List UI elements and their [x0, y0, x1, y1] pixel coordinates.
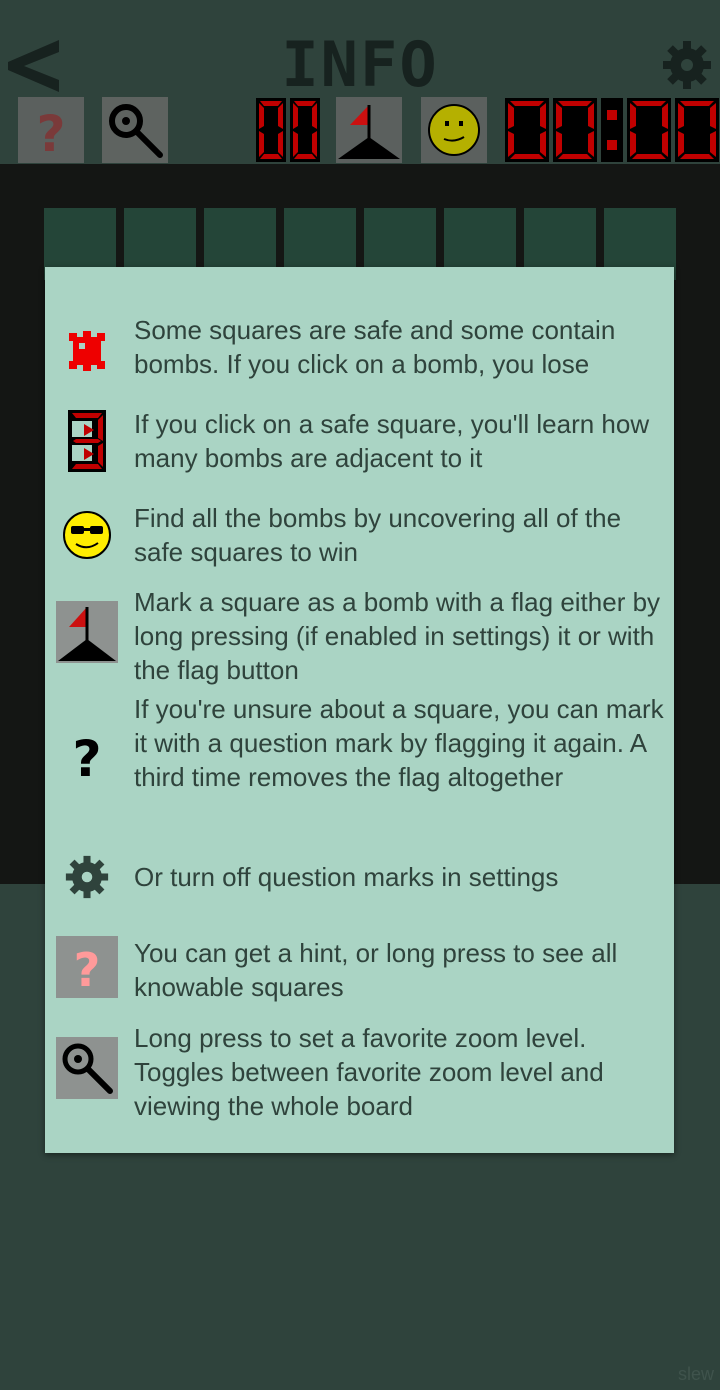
flag-button[interactable]: [336, 97, 402, 163]
number-three-icon: [55, 409, 119, 473]
info-text: You can get a hint, or long press to see…: [134, 938, 618, 1002]
info-text: Some squares are safe and some contain b…: [134, 315, 616, 379]
mine-counter: [256, 98, 320, 164]
info-text: Or turn off question marks in settings: [134, 862, 559, 892]
info-text: Long press to set a favorite zoom level.…: [134, 1023, 604, 1121]
seven-segment-digit: [675, 98, 719, 162]
gear-icon: [663, 41, 711, 89]
hint-icon: ?: [56, 936, 118, 998]
smiley-face-icon: [428, 104, 480, 156]
timer-colon: [601, 98, 623, 162]
timer: [505, 98, 719, 164]
info-text: If you click on a safe square, you'll le…: [134, 409, 650, 473]
sunglasses-face-icon: [55, 503, 119, 567]
seven-segment-digit: [553, 98, 597, 162]
info-text: Find all the bombs by uncovering all of …: [134, 503, 622, 567]
bomb-icon: [55, 319, 119, 383]
info-text: If you're unsure about a square, you can…: [134, 694, 664, 792]
flag-icon: [338, 105, 400, 159]
zoom-button[interactable]: [102, 97, 168, 163]
seven-segment-digit: [256, 98, 286, 162]
svg-text:?: ?: [74, 943, 101, 997]
gear-icon: [55, 845, 119, 909]
magnifier-icon: [56, 1037, 118, 1099]
question-mark-icon: ?: [55, 724, 119, 788]
page-title: INFO: [281, 28, 439, 101]
seven-segment-digit: [627, 98, 671, 162]
seven-segment-digit: [505, 98, 549, 162]
info-text: Mark a square as a bomb with a flag eith…: [134, 587, 661, 685]
svg-text:?: ?: [72, 730, 101, 784]
hint-button[interactable]: ?: [18, 97, 84, 163]
magnifier-icon: [109, 104, 163, 158]
flag-icon: [56, 601, 118, 663]
info-dialog: Some squares are safe and some contain b…: [45, 267, 674, 1153]
smiley-face-button[interactable]: [421, 97, 487, 163]
header-bar: INFO ?: [0, 0, 720, 164]
watermark: slew: [678, 1364, 715, 1384]
settings-button[interactable]: [662, 40, 712, 90]
svg-text:?: ?: [36, 105, 65, 163]
seven-segment-digit: [290, 98, 320, 162]
hint-icon: ?: [36, 105, 65, 163]
